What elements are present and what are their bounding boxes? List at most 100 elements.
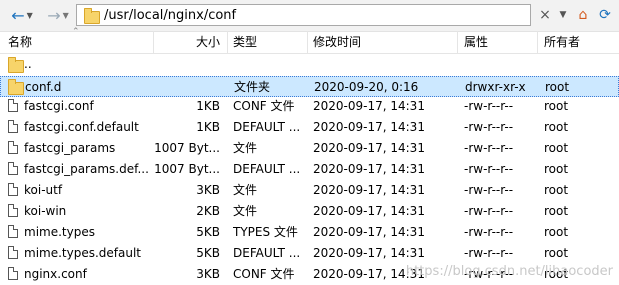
file-owner: root xyxy=(544,120,569,134)
file-size: 5KB xyxy=(196,225,220,239)
file-owner: root xyxy=(544,162,569,176)
file-size: 1KB xyxy=(196,120,220,134)
file-name: koi-win xyxy=(24,204,67,218)
file-type: 文件夹 xyxy=(234,80,271,94)
column-separator[interactable] xyxy=(307,31,308,53)
file-icon xyxy=(8,204,18,217)
file-icon xyxy=(8,120,18,133)
arrow-right-icon: → xyxy=(47,5,61,25)
column-attributes[interactable]: 属性 xyxy=(464,31,488,53)
column-owner[interactable]: 所有者 xyxy=(544,31,580,53)
column-modified[interactable]: 修改时间 xyxy=(313,31,361,53)
list-item[interactable]: fastcgi.conf.default 1KB DEFAULT ... 202… xyxy=(0,117,619,138)
list-item[interactable]: fastcgi_params.def... 1007 Byt... DEFAUL… xyxy=(0,159,619,180)
forward-button[interactable]: → ▼ xyxy=(40,5,76,25)
file-size: 3KB xyxy=(196,183,220,197)
file-type: DEFAULT ... xyxy=(233,162,301,176)
column-separator[interactable] xyxy=(227,31,228,53)
file-type: 文件 xyxy=(233,204,258,218)
file-owner: root xyxy=(544,99,569,113)
file-size: 1KB xyxy=(196,99,220,113)
file-attributes: -rw-r--r-- xyxy=(464,162,514,176)
file-modified: 2020-09-17, 14:31 xyxy=(313,204,425,218)
file-type: CONF 文件 xyxy=(233,99,295,113)
file-owner: root xyxy=(544,204,569,218)
column-header: ⌃ 名称 大小 类型 修改时间 属性 所有者 xyxy=(0,27,619,54)
back-button[interactable]: ← ▼ xyxy=(4,5,40,25)
file-list: .. conf.d 文件夹 2020-09-20, 0:16 drwxr-xr-… xyxy=(0,54,619,285)
list-item[interactable]: mime.types.default 5KB DEFAULT ... 2020-… xyxy=(0,243,619,264)
file-name: fastcgi.conf xyxy=(24,99,94,113)
home-icon: ⌂ xyxy=(578,7,588,23)
file-icon xyxy=(8,99,18,112)
home-button[interactable]: ⌂ xyxy=(574,6,592,24)
file-modified: 2020-09-17, 14:31 xyxy=(313,225,425,239)
file-size: 3KB xyxy=(196,267,220,281)
list-item[interactable]: fastcgi_params 1007 Byt... 文件 2020-09-17… xyxy=(0,138,619,159)
column-name[interactable]: 名称 xyxy=(8,31,32,53)
file-icon xyxy=(8,225,18,238)
file-attributes: -rw-r--r-- xyxy=(464,120,514,134)
clear-button[interactable]: × xyxy=(537,6,553,24)
file-attributes: -rw-r--r-- xyxy=(464,183,514,197)
file-attributes: drwxr-xr-x xyxy=(465,80,526,94)
address-input[interactable]: /usr/local/nginx/conf xyxy=(104,8,236,23)
chevron-down-icon: ▼ xyxy=(26,10,33,20)
file-modified: 2020-09-17, 14:31 xyxy=(313,99,425,113)
file-type: TYPES 文件 xyxy=(233,225,298,239)
file-modified: 2020-09-17, 14:31 xyxy=(313,246,425,260)
refresh-button[interactable]: ⟳ xyxy=(596,6,614,24)
file-attributes: -rw-r--r-- xyxy=(464,204,514,218)
file-modified: 2020-09-20, 0:16 xyxy=(314,80,419,94)
toolbar: ← ▼ → ▼ /usr/local/nginx/conf × ▼ ⌂ ⟳ xyxy=(0,0,619,32)
column-type[interactable]: 类型 xyxy=(233,31,257,53)
list-item[interactable]: koi-utf 3KB 文件 2020-09-17, 14:31 -rw-r--… xyxy=(0,180,619,201)
file-modified: 2020-09-17, 14:31 xyxy=(313,120,425,134)
file-type: 文件 xyxy=(233,141,258,155)
file-size: 2KB xyxy=(196,204,220,218)
file-name: fastcgi_params.def... xyxy=(24,162,149,176)
file-icon xyxy=(8,246,18,259)
list-item[interactable]: mime.types 5KB TYPES 文件 2020-09-17, 14:3… xyxy=(0,222,619,243)
dropdown-button[interactable]: ▼ xyxy=(555,6,571,24)
refresh-icon: ⟳ xyxy=(599,7,611,23)
folder-icon xyxy=(84,8,100,24)
file-type: DEFAULT ... xyxy=(233,120,301,134)
file-modified: 2020-09-17, 14:31 xyxy=(313,183,425,197)
file-size: 1007 Byt... xyxy=(154,162,220,176)
file-owner: root xyxy=(545,80,570,94)
file-type: CONF 文件 xyxy=(233,267,295,281)
file-size: 1007 Byt... xyxy=(154,141,220,155)
column-separator[interactable] xyxy=(537,31,538,53)
sort-caret-icon: ⌃ xyxy=(72,27,80,37)
file-name: mime.types.default xyxy=(24,246,142,260)
file-attributes: -rw-r--r-- xyxy=(464,99,514,113)
file-icon xyxy=(8,162,18,175)
column-size[interactable]: 大小 xyxy=(196,31,220,53)
file-name: .. xyxy=(24,57,32,71)
file-name: fastcgi_params xyxy=(24,141,116,155)
file-attributes: -rw-r--r-- xyxy=(464,141,514,155)
column-separator[interactable] xyxy=(153,31,154,53)
file-icon xyxy=(8,267,18,280)
arrow-left-icon: ← xyxy=(11,5,25,25)
file-name: mime.types xyxy=(24,225,95,239)
list-item[interactable]: koi-win 2KB 文件 2020-09-17, 14:31 -rw-r--… xyxy=(0,201,619,222)
file-owner: root xyxy=(544,225,569,239)
file-icon xyxy=(8,183,18,196)
list-item[interactable]: .. xyxy=(0,54,619,75)
file-icon xyxy=(8,141,18,154)
parent-folder-icon xyxy=(8,57,24,73)
column-separator[interactable] xyxy=(457,31,458,53)
list-item-selected[interactable]: conf.d 文件夹 2020-09-20, 0:16 drwxr-xr-x r… xyxy=(0,76,619,97)
file-name: fastcgi.conf.default xyxy=(24,120,139,134)
list-item[interactable]: fastcgi.conf 1KB CONF 文件 2020-09-17, 14:… xyxy=(0,96,619,117)
watermark: https://blog.csdn.net/lihaocoder xyxy=(405,264,613,279)
file-name: nginx.conf xyxy=(24,267,87,281)
chevron-down-icon: ▼ xyxy=(559,10,567,20)
close-icon: × xyxy=(539,7,551,23)
file-owner: root xyxy=(544,183,569,197)
file-modified: 2020-09-17, 14:31 xyxy=(313,141,425,155)
chevron-down-icon: ▼ xyxy=(62,10,69,20)
address-bar[interactable]: /usr/local/nginx/conf xyxy=(76,4,531,26)
